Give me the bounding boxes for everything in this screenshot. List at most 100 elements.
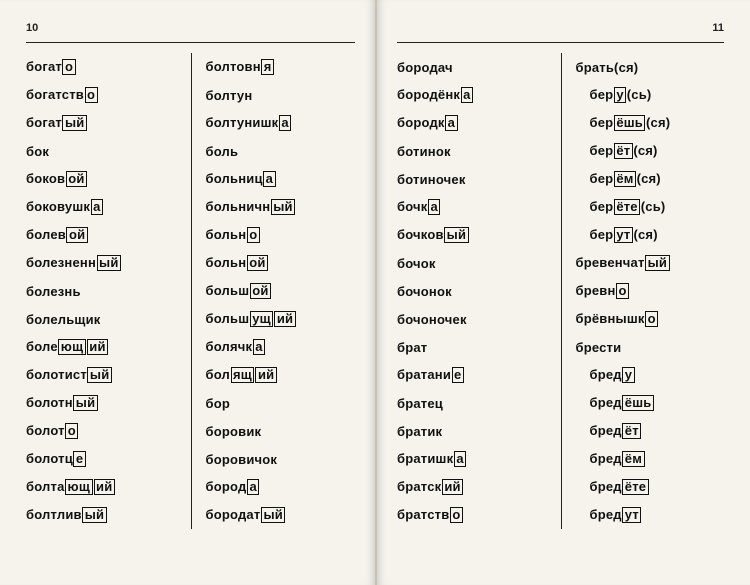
word-entry: бревенчатый	[576, 249, 715, 277]
word-entry: берёте(сь)	[576, 193, 715, 221]
word-entry: большой	[206, 277, 346, 305]
word-text: боровик	[206, 424, 262, 439]
page-right: 11 бородачбородёнкабородкаботинокботиноч…	[375, 0, 750, 585]
ending-box: о	[62, 59, 75, 75]
word-entry: бредём	[576, 445, 715, 473]
word-text: брат	[397, 340, 427, 355]
word-text: бредём	[576, 451, 646, 467]
word-entry: братание	[397, 361, 551, 389]
word-entry: болтающий	[26, 473, 181, 501]
word-text: бородка	[397, 115, 458, 131]
ending-box: ый	[73, 395, 98, 411]
word-entry: братец	[397, 389, 551, 417]
ending-box: ой	[66, 171, 87, 187]
word-entry: болезненный	[26, 249, 181, 277]
word-entry: бочок	[397, 249, 551, 277]
word-text: богато	[26, 59, 76, 75]
ending-box: у	[622, 367, 634, 383]
word-text: больной	[206, 255, 269, 271]
ending-box: ющ	[58, 339, 85, 355]
word-entry: бреду	[576, 361, 715, 389]
word-text: болотистый	[26, 367, 112, 383]
word-entry: брести	[576, 333, 715, 361]
word-entry: болото	[26, 417, 181, 445]
word-text: боровичок	[206, 452, 278, 467]
ending-box: е	[73, 451, 85, 467]
ending-box: ый	[62, 115, 87, 131]
word-entry: брать(ся)	[576, 53, 715, 81]
ending-box: о	[645, 311, 658, 327]
word-text: берут(ся)	[576, 227, 658, 243]
word-text: бревенчатый	[576, 255, 671, 271]
word-entry: больной	[206, 249, 346, 277]
ending-box: а	[247, 479, 259, 495]
word-entry: боровичок	[206, 445, 346, 473]
ending-box: ёт	[622, 423, 641, 439]
word-entry: беру(сь)	[576, 81, 715, 109]
word-text: берёшь(ся)	[576, 115, 671, 131]
word-entry: бредёт	[576, 417, 715, 445]
word-text: братишка	[397, 451, 467, 467]
word-text: болтун	[206, 88, 253, 103]
word-text: болеющий	[26, 339, 109, 355]
word-text: бредёшь	[576, 395, 655, 411]
word-entry: брёвнышко	[576, 305, 715, 333]
word-entry: болотистый	[26, 361, 181, 389]
word-text: брать(ся)	[576, 60, 639, 75]
ending-box: ущ	[250, 311, 274, 327]
word-text: больничный	[206, 199, 296, 215]
word-entry: богато	[26, 53, 181, 81]
word-entry: бочонок	[397, 277, 551, 305]
word-entry: бок	[26, 137, 181, 165]
word-text: берёте(сь)	[576, 199, 666, 215]
word-entry: богатство	[26, 81, 181, 109]
ending-box: а	[445, 115, 457, 131]
word-text: братец	[397, 396, 443, 411]
ending-box: о	[247, 227, 260, 243]
word-text: бородач	[397, 60, 453, 75]
header-rule	[397, 42, 724, 43]
word-text: бреду	[576, 367, 636, 383]
page-left: 10 богатобогатствобогатыйбокбоковойбоков…	[0, 0, 375, 585]
word-entry: больница	[206, 165, 346, 193]
ending-box: ёшь	[614, 115, 646, 131]
word-text: болотный	[26, 395, 98, 411]
word-entry: берут(ся)	[576, 221, 715, 249]
word-text: бочонок	[397, 284, 452, 299]
word-text: больница	[206, 171, 277, 187]
word-entry: бородка	[397, 109, 551, 137]
ending-box: ый	[261, 507, 286, 523]
word-entry: болевой	[26, 221, 181, 249]
word-text: боковушка	[26, 199, 104, 215]
word-text: богатство	[26, 87, 98, 103]
word-entry: бредут	[576, 501, 715, 529]
ending-box: ий	[255, 367, 276, 383]
ending-box: ёт	[614, 143, 633, 159]
word-text: болтающий	[26, 479, 115, 495]
ending-box: е	[452, 367, 464, 383]
word-entry: берёшь(ся)	[576, 109, 715, 137]
word-text: бородатый	[206, 507, 286, 523]
word-text: братский	[397, 479, 464, 495]
word-entry: берёт(ся)	[576, 137, 715, 165]
word-entry: братство	[397, 501, 551, 529]
ending-box: у	[614, 87, 626, 103]
word-text: больно	[206, 227, 261, 243]
column-3: бородачбородёнкабородкаботинокботиночекб…	[397, 53, 561, 529]
ending-box: о	[450, 507, 463, 523]
word-text: болячка	[206, 339, 266, 355]
word-text: бревно	[576, 283, 630, 299]
word-entry: болотный	[26, 389, 181, 417]
word-text: борода	[206, 479, 260, 495]
ending-box: о	[65, 423, 78, 439]
word-text: болтливый	[26, 507, 107, 523]
ending-box: ый	[271, 199, 296, 215]
word-entry: ботиночек	[397, 165, 551, 193]
columns-left: богатобогатствобогатыйбокбоковойбоковушк…	[26, 53, 355, 529]
ending-box: ий	[442, 479, 463, 495]
ending-box: ый	[645, 255, 670, 271]
ending-box: ий	[94, 479, 115, 495]
ending-box: а	[253, 339, 265, 355]
word-text: большущий	[206, 311, 297, 327]
word-entry: ботинок	[397, 137, 551, 165]
